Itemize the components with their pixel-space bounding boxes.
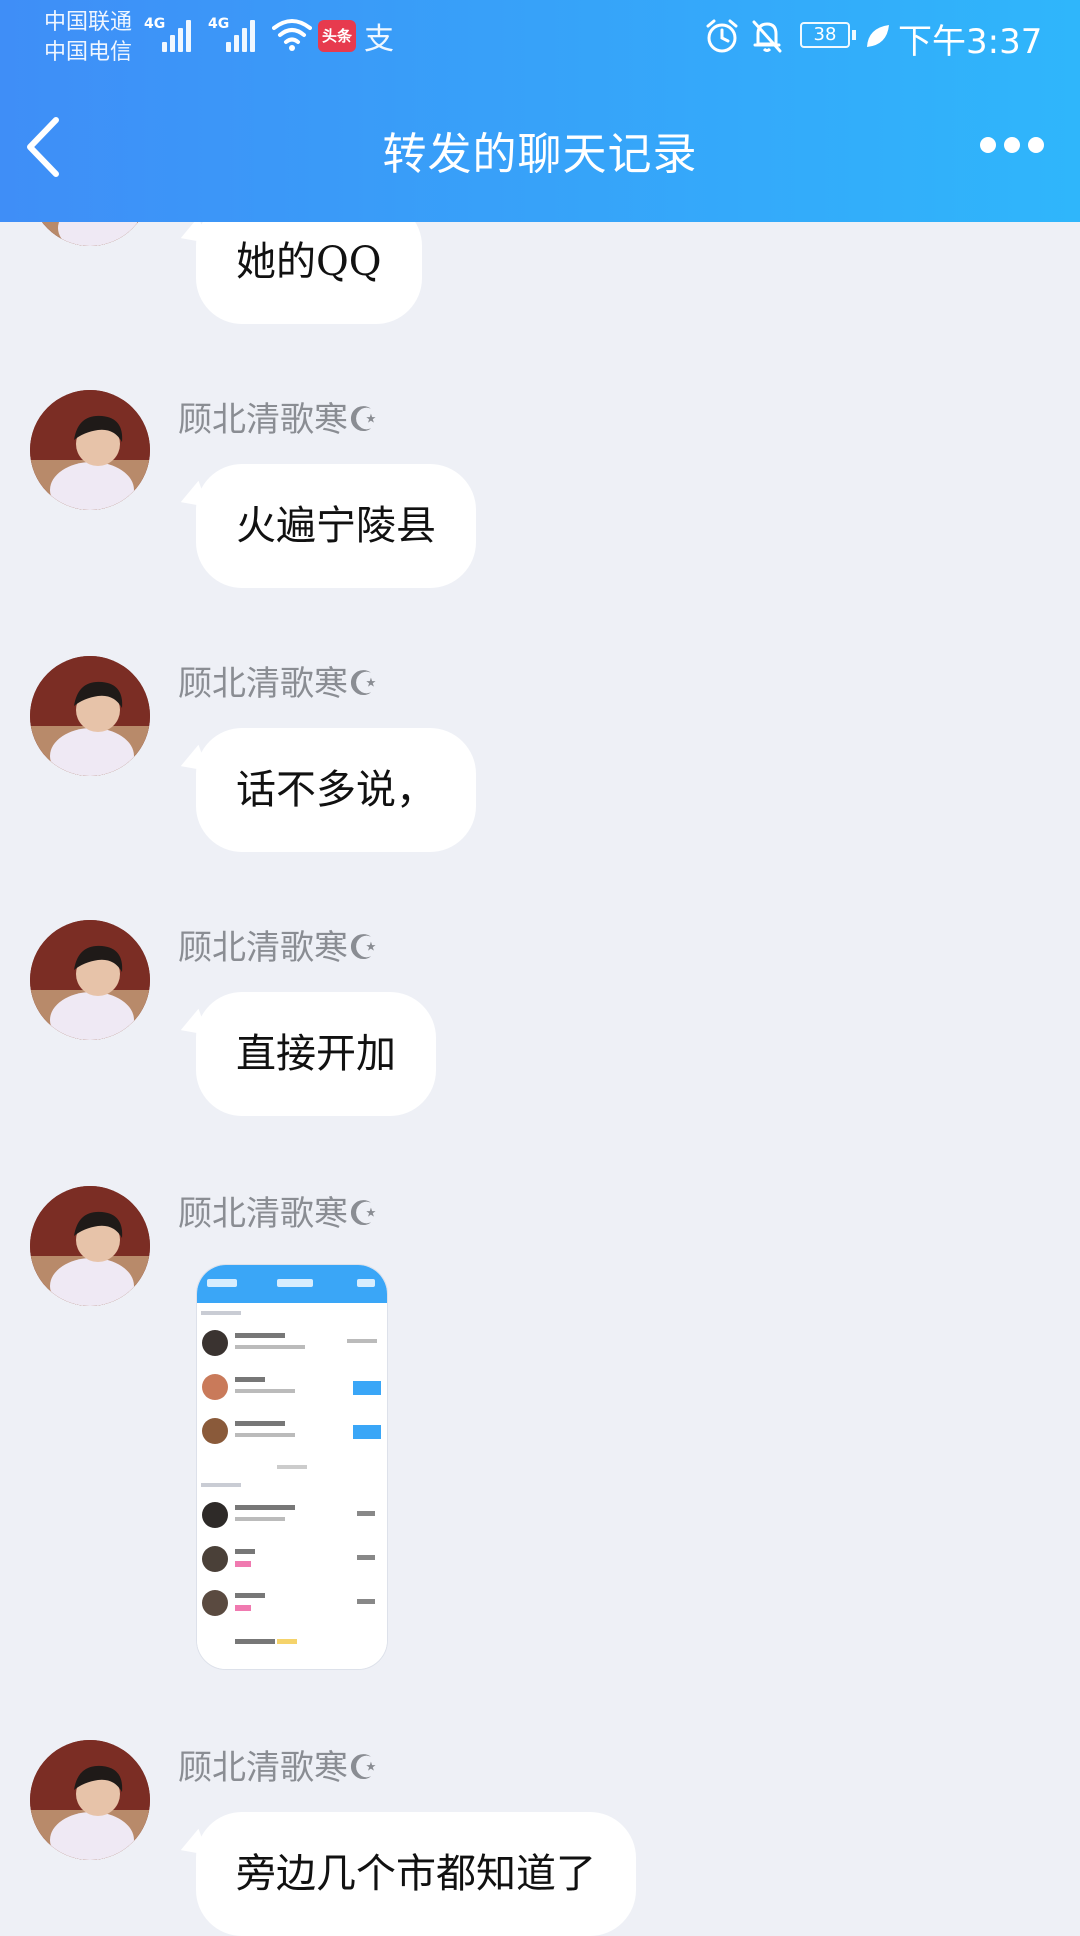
avatar-photo (30, 656, 150, 776)
app-header: 中国联通 中国电信 4G 4G 头条 支 38 下午3:37 转发的聊天记录 (0, 0, 1080, 222)
notifications-off-icon (752, 20, 782, 53)
signal-icon (162, 18, 198, 52)
message-bubble[interactable]: 旁边几个市都知道了 (196, 1812, 636, 1936)
avatar[interactable] (30, 920, 150, 1040)
carrier-1: 中国联通 (44, 10, 133, 35)
status-bar: 中国联通 中国电信 4G 4G 头条 支 38 下午3:37 (0, 0, 1080, 76)
more-options-button[interactable] (976, 130, 1048, 160)
message-bubble[interactable]: 直接开加 (196, 992, 436, 1116)
more-dot (1028, 137, 1044, 153)
wifi-icon (272, 19, 312, 51)
sender-name[interactable]: 顾北清歌寒☪ (178, 1186, 378, 1235)
toutiao-app-icon: 头条 (318, 20, 356, 52)
battery-cap (852, 30, 856, 40)
alipay-icon: 支 (364, 22, 394, 57)
image-message[interactable] (196, 1264, 388, 1670)
carrier-info: 中国联通 中国电信 (44, 8, 132, 68)
sender-name[interactable]: 顾北清歌寒☪ (178, 920, 378, 969)
sender-name[interactable]: 顾北清歌寒☪ (178, 1740, 378, 1789)
avatar-photo (30, 1740, 150, 1860)
signal-icon (226, 18, 262, 52)
message-bubble[interactable]: 话不多说， (196, 728, 476, 852)
more-dot (1004, 137, 1020, 153)
avatar-photo (30, 920, 150, 1040)
avatar[interactable] (30, 1740, 150, 1860)
carrier-2: 中国电信 (44, 40, 133, 65)
sender-name[interactable]: 顾北清歌寒☪ (178, 392, 378, 441)
status-time: 下午3:37 (898, 22, 1043, 62)
screenshot-thumbnail (197, 1265, 387, 1669)
battery-indicator: 38 (800, 22, 850, 48)
sender-name[interactable]: 顾北清歌寒☪ (178, 656, 378, 705)
avatar-photo (30, 390, 150, 510)
avatar[interactable] (30, 390, 150, 510)
alarm-icon (706, 19, 738, 53)
avatar-photo (30, 1186, 150, 1306)
page-title: 转发的聊天记录 (382, 129, 698, 180)
avatar[interactable] (30, 1186, 150, 1306)
more-dot (980, 137, 996, 153)
avatar[interactable] (30, 656, 150, 776)
leaf-icon (867, 25, 889, 47)
chat-record-list[interactable]: 她的QQ 顾北清歌寒☪ 火遍宁陵县 顾北清歌寒☪ 话不多说， 顾北清歌寒☪ 直接… (0, 0, 1080, 1936)
message-bubble[interactable]: 火遍宁陵县 (196, 464, 476, 588)
